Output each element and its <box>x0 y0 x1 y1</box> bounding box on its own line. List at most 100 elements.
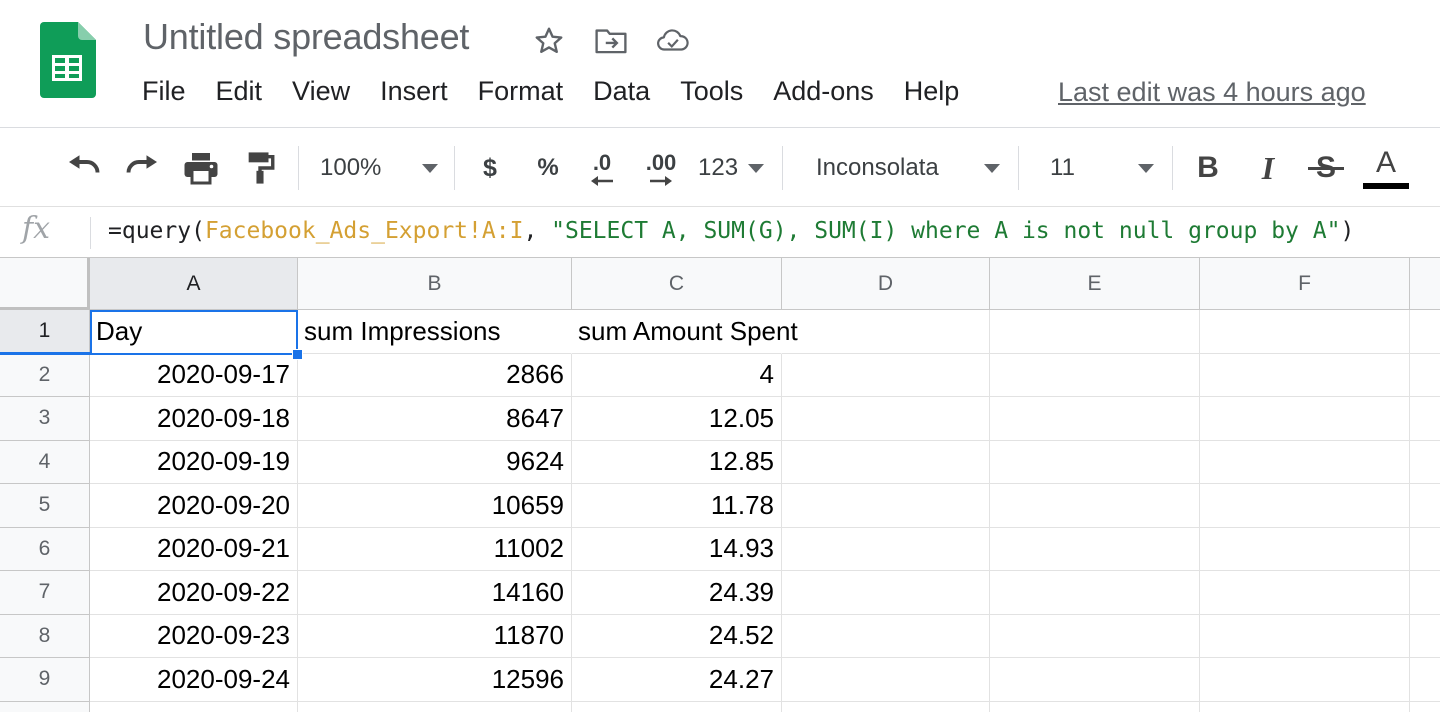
fill-handle[interactable] <box>292 348 303 360</box>
data-cell[interactable]: 2020-09-18 <box>90 397 298 441</box>
data-cell[interactable]: 14.93 <box>572 527 782 571</box>
empty-cell[interactable] <box>1410 441 1440 484</box>
empty-cell[interactable] <box>1200 571 1410 615</box>
empty-cell[interactable] <box>1200 397 1410 441</box>
column-title-cell[interactable]: sum Amount Spent <box>572 310 798 354</box>
data-cell[interactable]: 2020-09-19 <box>90 440 298 484</box>
bold-button[interactable]: B <box>1190 148 1226 188</box>
empty-cell[interactable] <box>782 614 990 658</box>
column-header-e[interactable]: E <box>990 258 1200 310</box>
row-header[interactable]: 6 <box>0 527 90 571</box>
row-header[interactable]: 9 <box>0 658 90 702</box>
document-title[interactable]: Untitled spreadsheet <box>143 16 469 58</box>
print-icon[interactable] <box>180 148 222 188</box>
row-header[interactable]: 3 <box>0 397 90 441</box>
data-cell[interactable]: 24.39 <box>572 571 782 615</box>
data-cell[interactable]: 12596 <box>298 658 572 702</box>
data-cell[interactable]: 2020-09-21 <box>90 527 298 571</box>
column-header-b[interactable]: B <box>298 258 572 310</box>
data-cell[interactable]: 2020-09-22 <box>90 571 298 615</box>
column-header-c[interactable]: C <box>572 258 782 310</box>
text-color-button[interactable]: A <box>1362 142 1410 194</box>
last-edit-link[interactable]: Last edit was 4 hours ago <box>1058 77 1366 108</box>
empty-cell[interactable] <box>990 571 1200 615</box>
row-header[interactable]: 4 <box>0 440 90 484</box>
empty-cell[interactable] <box>990 397 1200 441</box>
empty-cell[interactable] <box>1200 310 1410 354</box>
menu-file[interactable]: File <box>142 76 186 107</box>
empty-cell[interactable] <box>782 440 990 484</box>
empty-cell[interactable] <box>1200 658 1410 702</box>
empty-cell[interactable] <box>990 701 1200 712</box>
empty-cell[interactable] <box>990 440 1200 484</box>
column-header-f[interactable]: F <box>1200 258 1410 310</box>
data-cell[interactable]: 2020-09-20 <box>90 484 298 528</box>
data-cell[interactable]: 12.05 <box>572 397 782 441</box>
data-cell[interactable]: 2020-09-17 <box>90 353 298 397</box>
select-all-corner[interactable] <box>0 258 90 310</box>
empty-cell[interactable] <box>1200 527 1410 571</box>
data-cell[interactable]: 4 <box>572 353 782 397</box>
empty-cell[interactable] <box>990 658 1200 702</box>
data-cell[interactable] <box>90 701 298 712</box>
column-header-a[interactable]: A <box>90 258 298 310</box>
star-icon[interactable] <box>532 24 566 58</box>
empty-cell[interactable] <box>782 658 990 702</box>
currency-format-button[interactable]: $ <box>472 150 508 186</box>
undo-icon[interactable] <box>64 150 104 186</box>
empty-cell[interactable] <box>1410 658 1440 702</box>
empty-cell[interactable] <box>1200 614 1410 658</box>
more-formats-select[interactable]: 123 <box>698 150 764 186</box>
column-title-cell[interactable]: sum Impressions <box>298 310 572 354</box>
menu-insert[interactable]: Insert <box>380 76 448 107</box>
increase-decimal-button[interactable]: .00 <box>636 144 686 194</box>
redo-icon[interactable] <box>122 150 162 186</box>
column-header-d[interactable]: D <box>782 258 990 310</box>
column-header-g[interactable] <box>1410 258 1440 310</box>
row-header[interactable] <box>0 701 90 712</box>
data-cell[interactable]: 11.78 <box>572 484 782 528</box>
column-title-cell[interactable]: Day <box>90 310 298 354</box>
data-cell[interactable]: 14160 <box>298 571 572 615</box>
row-header[interactable]: 5 <box>0 484 90 528</box>
data-cell[interactable]: 11002 <box>298 527 572 571</box>
empty-cell[interactable] <box>1410 571 1440 615</box>
empty-cell[interactable] <box>782 484 990 528</box>
row-header[interactable]: 2 <box>0 353 90 397</box>
data-cell[interactable]: 10659 <box>298 484 572 528</box>
row-header[interactable]: 8 <box>0 614 90 658</box>
data-cell[interactable]: 8647 <box>298 397 572 441</box>
empty-cell[interactable] <box>1410 310 1440 354</box>
paint-format-icon[interactable] <box>240 148 280 188</box>
data-cell[interactable]: 2020-09-23 <box>90 614 298 658</box>
empty-cell[interactable] <box>990 484 1200 528</box>
decrease-decimal-button[interactable]: .0 <box>580 144 624 194</box>
percent-format-button[interactable]: % <box>530 150 566 186</box>
empty-cell[interactable] <box>1410 615 1440 658</box>
data-cell[interactable]: 11870 <box>298 614 572 658</box>
empty-cell[interactable] <box>1410 484 1440 528</box>
spreadsheet-grid[interactable]: A B C D E F 1 Day sum Impressions sum Amount Spen… <box>0 258 1440 712</box>
empty-cell[interactable] <box>990 527 1200 571</box>
empty-cell[interactable] <box>1200 440 1410 484</box>
data-cell[interactable]: 2866 <box>298 353 572 397</box>
move-to-folder-icon[interactable] <box>594 24 628 58</box>
row-header[interactable]: 1 <box>0 310 90 354</box>
empty-cell[interactable] <box>782 310 990 354</box>
cloud-status-icon[interactable] <box>656 24 690 58</box>
data-cell[interactable] <box>298 701 572 712</box>
empty-cell[interactable] <box>782 701 990 712</box>
strikethrough-button[interactable]: S <box>1306 148 1346 188</box>
data-cell[interactable]: 24.27 <box>572 658 782 702</box>
zoom-select[interactable]: 100% <box>320 150 438 186</box>
menu-view[interactable]: View <box>292 76 350 107</box>
font-size-select[interactable]: 11 <box>1050 150 1154 186</box>
menu-data[interactable]: Data <box>593 76 650 107</box>
empty-cell[interactable] <box>1410 397 1440 441</box>
italic-button[interactable]: I <box>1250 148 1286 188</box>
empty-cell[interactable] <box>1200 353 1410 397</box>
data-cell[interactable]: 2020-09-24 <box>90 658 298 702</box>
empty-cell[interactable] <box>1410 702 1440 712</box>
data-cell[interactable]: 9624 <box>298 440 572 484</box>
data-cell[interactable] <box>572 701 782 712</box>
